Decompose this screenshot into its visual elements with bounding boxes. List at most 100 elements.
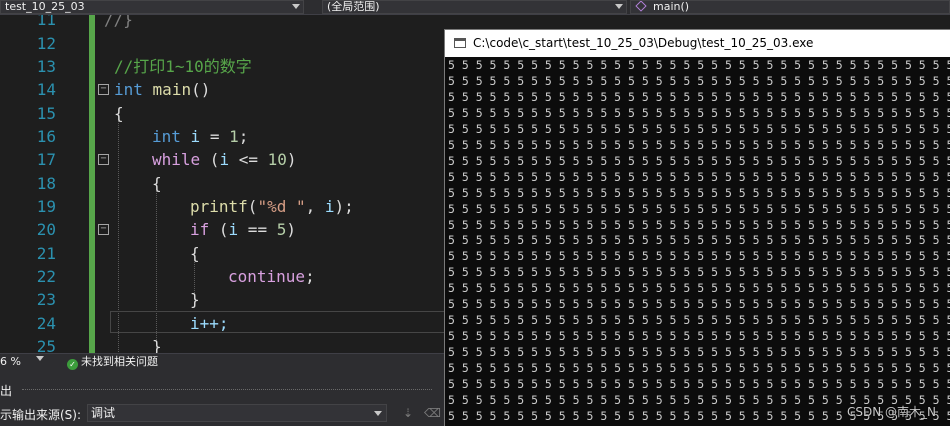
- console-line: 5 5 5 5 5 5 5 5 5 5 5 5 5 5 5 5 5 5 5 5 …: [448, 89, 950, 104]
- code-number: 10: [267, 150, 287, 169]
- code-line: int i = 1;: [152, 125, 248, 148]
- console-line: 5 5 5 5 5 5 5 5 5 5 5 5 5 5 5 5 5 5 5 5 …: [448, 345, 950, 360]
- line-number: 16: [36, 127, 56, 146]
- code-comment: //}: [104, 15, 133, 29]
- code-line: //}: [104, 15, 133, 31]
- code-comment: //打印1~10的数字: [114, 57, 252, 76]
- code-punct: ;: [238, 127, 249, 146]
- code-number: 1: [229, 127, 239, 146]
- code-function: printf: [190, 197, 248, 216]
- line-number: 23: [36, 290, 56, 309]
- line-number: 20: [36, 220, 56, 239]
- collapse-icon[interactable]: −: [98, 224, 109, 235]
- code-line: printf("%d ", i);: [190, 195, 354, 218]
- current-line-highlight: [110, 311, 450, 333]
- console-line: 5 5 5 5 5 5 5 5 5 5 5 5 5 5 5 5 5 5 5 5 …: [448, 201, 950, 216]
- console-line: 5 5 5 5 5 5 5 5 5 5 5 5 5 5 5 5 5 5 5 5 …: [448, 313, 950, 328]
- console-title: C:\code\c_start\test_10_25_03\Debug\test…: [473, 36, 814, 50]
- chevron-down-icon: [292, 4, 300, 9]
- code-punct: ,: [305, 197, 325, 216]
- console-line: 5 5 5 5 5 5 5 5 5 5 5 5 5 5 5 5 5 5 5 5 …: [448, 377, 950, 392]
- line-number: 24: [36, 314, 56, 333]
- code-punct: ==: [238, 220, 277, 239]
- scope-dropdown-label: (全局范围): [327, 0, 380, 13]
- line-number: 25: [36, 337, 56, 354]
- code-variable: i: [324, 197, 335, 216]
- code-keyword: int: [152, 127, 181, 146]
- collapse-icon[interactable]: −: [98, 84, 109, 95]
- line-number: 22: [36, 267, 56, 286]
- code-keyword: int: [114, 80, 143, 99]
- change-tracking-bar: [89, 15, 95, 354]
- check-circle-icon: ✓: [67, 359, 78, 370]
- console-line: 5 5 5 5 5 5 5 5 5 5 5 5 5 5 5 5 5 5 5 5 …: [448, 153, 950, 168]
- cube-method-icon: [635, 1, 647, 12]
- code-keyword: if: [190, 220, 210, 239]
- console-line: 5 5 5 5 5 5 5 5 5 5 5 5 5 5 5 5 5 5 5 5 …: [448, 329, 950, 344]
- chevron-down-icon[interactable]: [36, 356, 44, 361]
- code-punct: (): [191, 80, 211, 99]
- find-message-icon[interactable]: ⇣: [400, 405, 416, 421]
- code-line: int main(): [114, 78, 210, 101]
- issues-indicator[interactable]: ✓ 未找到相关问题: [67, 354, 158, 370]
- zoom-level[interactable]: 6 %: [0, 354, 21, 369]
- code-line: continue;: [228, 265, 315, 288]
- code-line: {: [114, 102, 124, 125]
- code-line: }: [190, 288, 200, 311]
- line-number: 18: [36, 174, 56, 193]
- code-variable: i: [219, 150, 230, 169]
- console-line: 5 5 5 5 5 5 5 5 5 5 5 5 5 5 5 5 5 5 5 5 …: [448, 297, 950, 312]
- line-number: 14: [36, 80, 56, 99]
- code-punct: (: [247, 197, 258, 216]
- output-source-label: 示输出来源(S):: [0, 408, 82, 422]
- code-punct: ): [286, 220, 296, 239]
- console-titlebar[interactable]: C:\code\c_start\test_10_25_03\Debug\test…: [445, 30, 950, 57]
- chevron-down-icon: [374, 411, 382, 416]
- code-line: i++;: [190, 312, 229, 335]
- console-line: 5 5 5 5 5 5 5 5 5 5 5 5 5 5 5 5 5 5 5 5 …: [448, 265, 950, 280]
- code-punct: }: [190, 290, 200, 309]
- console-window[interactable]: C:\code\c_start\test_10_25_03\Debug\test…: [444, 29, 950, 426]
- code-line: }: [152, 335, 162, 354]
- console-line: 5 5 5 5 5 5 5 5 5 5 5 5 5 5 5 5 5 5 5 5 …: [448, 281, 950, 296]
- code-statement: i++;: [190, 314, 229, 333]
- issues-text: 未找到相关问题: [81, 355, 158, 368]
- file-dropdown[interactable]: test_10_25_03: [0, 0, 304, 14]
- console-output: 5 5 5 5 5 5 5 5 5 5 5 5 5 5 5 5 5 5 5 5 …: [446, 58, 950, 426]
- code-line: while (i <= 10): [152, 148, 297, 171]
- line-number: 17: [36, 150, 56, 169]
- console-line: 5 5 5 5 5 5 5 5 5 5 5 5 5 5 5 5 5 5 5 5 …: [448, 249, 950, 264]
- member-dropdown-label: main(): [653, 0, 690, 13]
- code-line: if (i == 5): [190, 218, 296, 241]
- code-keyword: continue: [228, 267, 306, 286]
- code-punct: {: [152, 174, 162, 193]
- line-number: 15: [36, 104, 56, 123]
- code-punct: {: [114, 104, 124, 123]
- console-line: 5 5 5 5 5 5 5 5 5 5 5 5 5 5 5 5 5 5 5 5 …: [448, 137, 950, 152]
- code-line: {: [190, 242, 200, 265]
- output-title: 出: [0, 384, 13, 398]
- console-line: 5 5 5 5 5 5 5 5 5 5 5 5 5 5 5 5 5 5 5 5 …: [448, 233, 950, 248]
- code-string: "%d ": [257, 197, 306, 216]
- member-dropdown[interactable]: main(): [630, 0, 950, 14]
- panel-title-rule: [22, 389, 432, 390]
- clear-all-icon[interactable]: ⌫: [424, 405, 441, 421]
- navigation-bar: test_10_25_03 (全局范围) main(): [0, 0, 950, 15]
- code-punct: =: [200, 127, 230, 146]
- code-line: //打印1~10的数字: [114, 55, 252, 78]
- code-keyword: while: [152, 150, 201, 169]
- scope-dropdown[interactable]: (全局范围): [322, 0, 627, 14]
- code-punct: ): [286, 150, 297, 169]
- code-punct: (: [200, 150, 220, 169]
- file-dropdown-label: test_10_25_03: [5, 0, 85, 13]
- line-number: 19: [36, 197, 56, 216]
- output-source-select[interactable]: 调试: [87, 404, 387, 422]
- console-app-icon: [454, 38, 466, 48]
- console-line: 5 5 5 5 5 5 5 5 5 5 5 5 5 5 5 5 5 5 5 5 …: [448, 169, 950, 184]
- collapse-icon[interactable]: −: [98, 154, 109, 165]
- line-number: 13: [36, 57, 56, 76]
- code-punct: {: [190, 244, 200, 263]
- console-line: 5 5 5 5 5 5 5 5 5 5 5 5 5 5 5 5 5 5 5 5 …: [448, 217, 950, 232]
- chevron-down-icon: [615, 4, 623, 9]
- console-line: 5 5 5 5 5 5 5 5 5 5 5 5 5 5 5 5 5 5 5 5 …: [448, 73, 950, 88]
